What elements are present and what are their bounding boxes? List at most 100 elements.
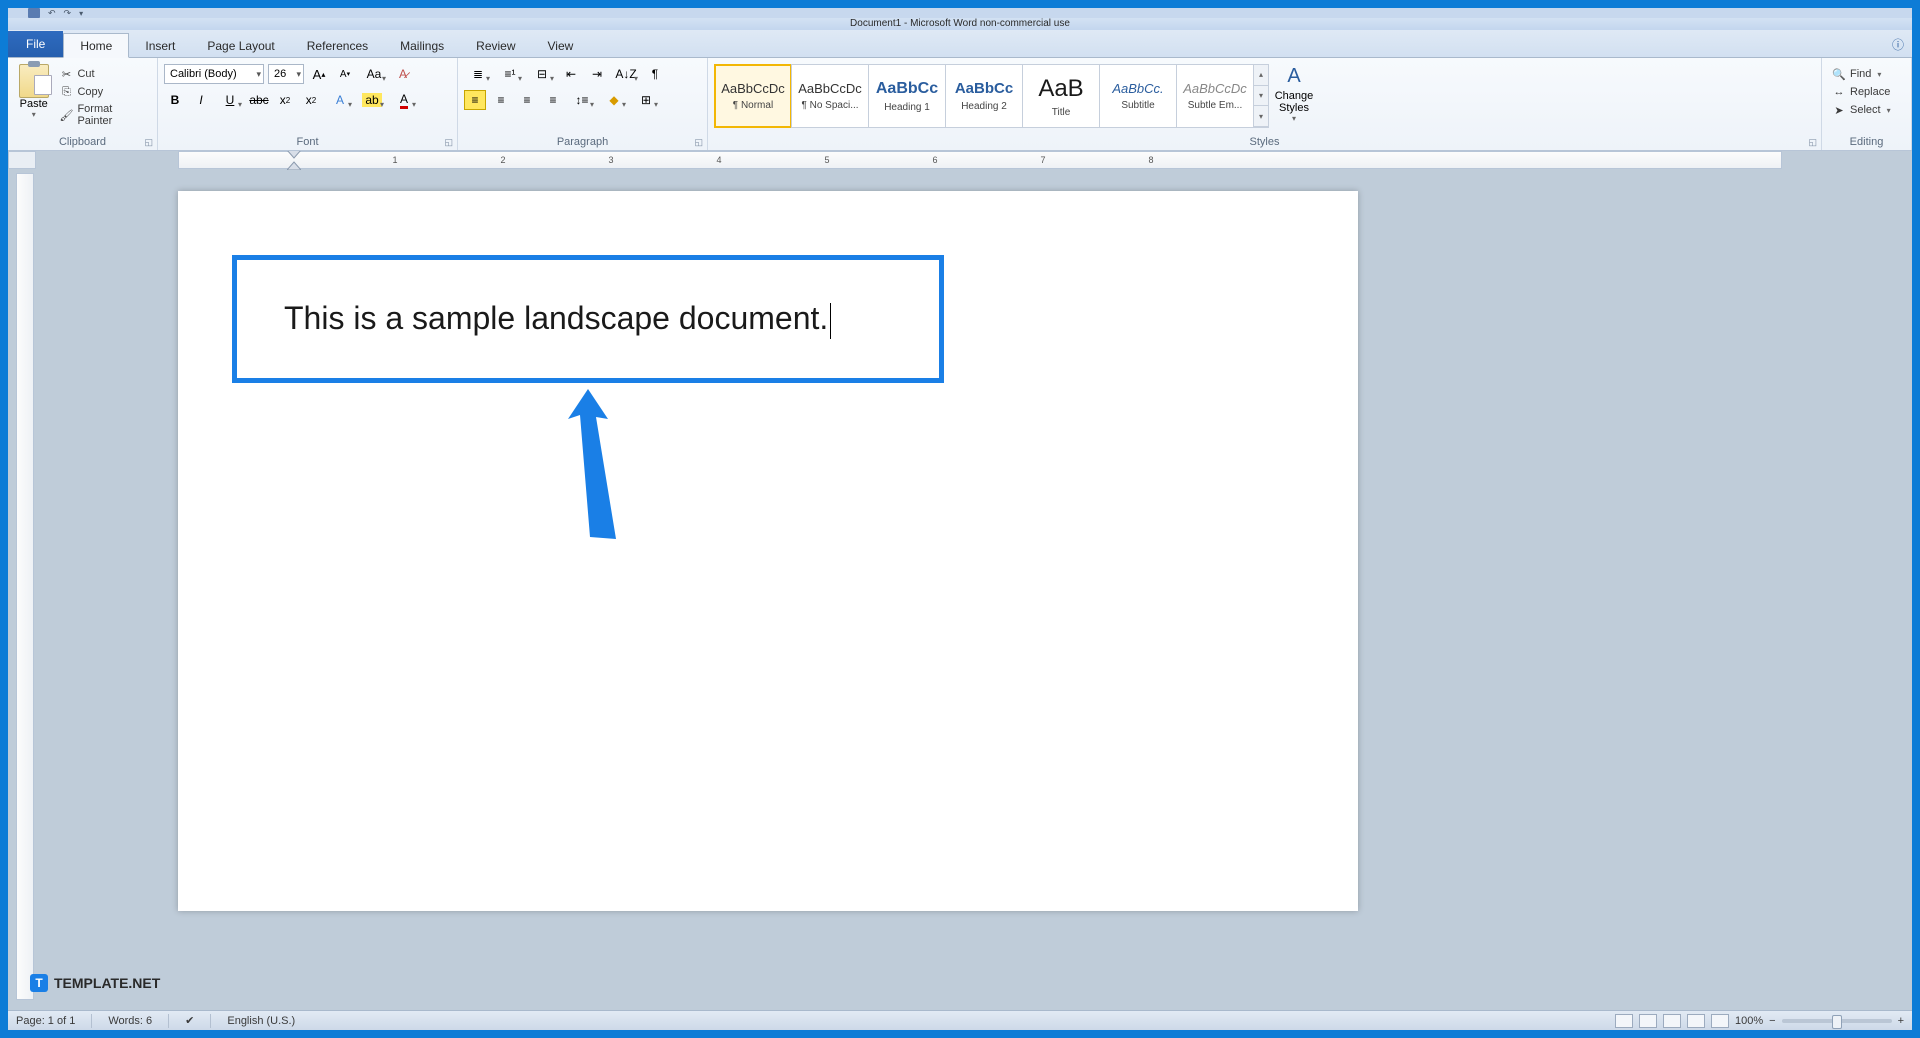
clear-formatting-button[interactable]: A̷ (392, 64, 414, 84)
tab-view[interactable]: View (532, 34, 590, 57)
grow-font-button[interactable]: A▴ (308, 64, 330, 84)
app-window: ↶ ↷ ▾ Document1 - Microsoft Word non-com… (8, 8, 1912, 1030)
help-icon[interactable]: ⓘ (1884, 32, 1912, 57)
tab-mailings[interactable]: Mailings (384, 34, 460, 57)
qat-redo-icon[interactable]: ↷ (64, 8, 72, 19)
qat-save-icon[interactable] (28, 8, 40, 18)
change-styles-button[interactable]: A Change Styles ▾ (1269, 64, 1319, 123)
show-marks-button[interactable]: ¶ (644, 64, 666, 84)
indent-marker-icon[interactable] (287, 151, 301, 170)
tab-review[interactable]: Review (460, 34, 531, 57)
styles-launcher-icon[interactable]: ◱ (1808, 137, 1817, 148)
paste-button[interactable]: Paste ▾ (14, 64, 53, 119)
superscript-button[interactable]: x2 (300, 90, 322, 110)
tab-page-layout[interactable]: Page Layout (191, 34, 290, 57)
shrink-font-button[interactable]: A▾ (334, 64, 356, 84)
paragraph-launcher-icon[interactable]: ◱ (694, 137, 703, 148)
paste-dropdown-icon[interactable]: ▾ (32, 110, 36, 119)
multilevel-button[interactable]: ⊟ (528, 64, 556, 84)
replace-button[interactable]: ↔Replace (1830, 84, 1893, 100)
status-words[interactable]: Words: 6 (108, 1015, 152, 1027)
style-item-1[interactable]: AaBbCcDc¶ No Spaci... (791, 64, 869, 128)
status-language[interactable]: English (U.S.) (227, 1015, 295, 1027)
qat-customize-icon[interactable]: ▾ (79, 9, 83, 18)
font-size-combo[interactable]: 26 (268, 64, 304, 84)
ruler-tick: 3 (608, 155, 613, 165)
find-icon: 🔍 (1832, 67, 1846, 81)
zoom-out-button[interactable]: − (1769, 1015, 1775, 1027)
underline-button[interactable]: U (216, 90, 244, 110)
status-page[interactable]: Page: 1 of 1 (16, 1015, 75, 1027)
ruler-corner[interactable] (8, 151, 36, 169)
select-button[interactable]: ➤Select▾ (1830, 102, 1893, 118)
scissors-icon: ✂ (59, 67, 73, 81)
view-outline-button[interactable] (1687, 1014, 1705, 1028)
tab-references[interactable]: References (291, 34, 384, 57)
tab-home[interactable]: Home (63, 33, 129, 58)
view-full-screen-button[interactable] (1639, 1014, 1657, 1028)
increase-indent-button[interactable]: ⇥ (586, 64, 608, 84)
tab-file[interactable]: File (8, 31, 63, 57)
decrease-indent-button[interactable]: ⇤ (560, 64, 582, 84)
view-print-layout-button[interactable] (1615, 1014, 1633, 1028)
style-item-3[interactable]: AaBbCcHeading 2 (945, 64, 1023, 128)
scroll-up-icon[interactable]: ▴ (1254, 65, 1268, 86)
style-item-4[interactable]: AaBTitle (1022, 64, 1100, 128)
bullets-button[interactable]: ≣ (464, 64, 492, 84)
subscript-button[interactable]: x2 (274, 90, 296, 110)
text-effects-button[interactable]: A (326, 90, 354, 110)
clipboard-launcher-icon[interactable]: ◱ (144, 137, 153, 148)
horizontal-ruler[interactable]: 12345678 (178, 151, 1782, 169)
document-text[interactable]: This is a sample landscape document. (284, 299, 831, 339)
window-title: Document1 - Microsoft Word non-commercia… (850, 18, 1070, 29)
align-right-button[interactable]: ≡ (516, 90, 538, 110)
vertical-ruler[interactable] (16, 173, 34, 1000)
zoom-level[interactable]: 100% (1735, 1015, 1763, 1027)
numbering-button[interactable]: ≡¹ (496, 64, 524, 84)
styles-more-icon[interactable]: ▾ (1254, 106, 1268, 127)
document-page[interactable]: This is a sample landscape document. (178, 191, 1358, 911)
style-item-0[interactable]: AaBbCcDc¶ Normal (714, 64, 792, 128)
view-draft-button[interactable] (1711, 1014, 1729, 1028)
status-bar: Page: 1 of 1 Words: 6 ✔ English (U.S.) 1… (8, 1010, 1912, 1030)
zoom-slider[interactable] (1782, 1019, 1892, 1023)
style-item-6[interactable]: AaBbCcDcSubtle Em... (1176, 64, 1254, 128)
workspace: 12345678 This is a sample landscape docu… (8, 151, 1912, 1010)
align-center-button[interactable]: ≡ (490, 90, 512, 110)
bold-button[interactable]: B (164, 90, 186, 110)
line-spacing-button[interactable]: ↕≡ (568, 90, 596, 110)
find-button[interactable]: 🔍Find▾ (1830, 66, 1893, 82)
style-item-5[interactable]: AaBbCc.Subtitle (1099, 64, 1177, 128)
editing-group-label: Editing (1850, 136, 1884, 148)
font-name-combo[interactable]: Calibri (Body) (164, 64, 264, 84)
scroll-down-icon[interactable]: ▾ (1254, 86, 1268, 107)
strikethrough-button[interactable]: abc (248, 90, 270, 110)
tab-insert[interactable]: Insert (129, 34, 191, 57)
qat-undo-icon[interactable]: ↶ (48, 8, 56, 19)
cut-button[interactable]: ✂Cut (57, 66, 151, 82)
highlight-button[interactable]: ab (358, 90, 386, 110)
clipboard-group-label: Clipboard (59, 136, 106, 148)
annotation-arrow-icon (568, 389, 628, 539)
font-color-button[interactable]: A (390, 90, 418, 110)
align-left-button[interactable]: ≡ (464, 90, 486, 110)
copy-button[interactable]: ⎘Copy (57, 84, 151, 100)
borders-button[interactable]: ⊞ (632, 90, 660, 110)
ruler-tick: 7 (1040, 155, 1045, 165)
italic-button[interactable]: I (190, 90, 212, 110)
shading-button[interactable]: ◆ (600, 90, 628, 110)
ruler-tick: 5 (824, 155, 829, 165)
format-painter-button[interactable]: 🖌Format Painter (57, 102, 151, 128)
text-cursor (830, 303, 831, 339)
sort-button[interactable]: A↓Z (612, 64, 640, 84)
paste-label: Paste (20, 98, 48, 110)
change-case-button[interactable]: Aa (360, 64, 388, 84)
justify-button[interactable]: ≡ (542, 90, 564, 110)
status-proofing-icon[interactable]: ✔ (185, 1014, 194, 1027)
title-bar: Document1 - Microsoft Word non-commercia… (8, 18, 1912, 30)
style-item-2[interactable]: AaBbCcHeading 1 (868, 64, 946, 128)
font-launcher-icon[interactable]: ◱ (444, 137, 453, 148)
view-web-layout-button[interactable] (1663, 1014, 1681, 1028)
styles-scroll[interactable]: ▴▾▾ (1253, 64, 1269, 128)
zoom-in-button[interactable]: + (1898, 1015, 1904, 1027)
